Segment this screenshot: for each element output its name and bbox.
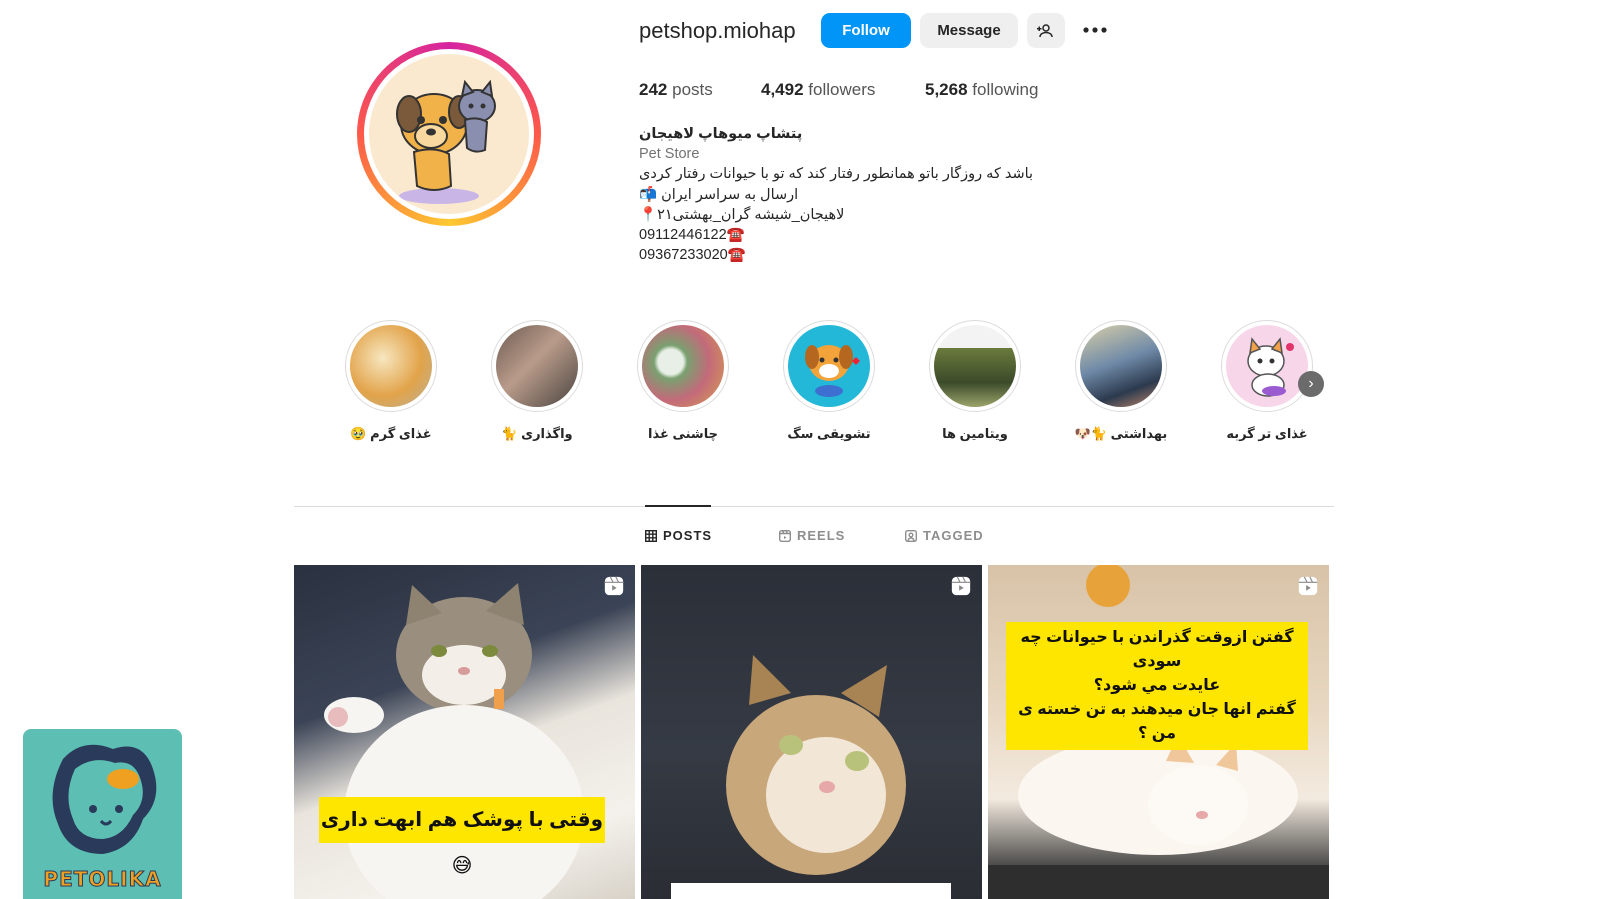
post-thumbnail[interactable]: وقتی با پوشک هم ابهت داری😅 [294, 565, 635, 899]
posts-count-value: 242 [639, 80, 668, 99]
caption-line: گفتم انها جان میدهند به تن خسته ی من ؟ [1018, 701, 1296, 742]
highlight-thumbnail [788, 325, 870, 407]
tab-label: POSTS [663, 528, 713, 543]
highlight-thumbnail [350, 325, 432, 407]
caption-line: گفتن ازوقت گذراندن با حیوانات چه سودی [1020, 629, 1294, 670]
followers-link[interactable]: 4,492 followers [761, 80, 875, 100]
highlight-item[interactable]: غذای گرم 🥹 [343, 320, 439, 442]
reels-icon [779, 529, 791, 542]
post-thumbnail[interactable] [641, 565, 982, 899]
bio-phone: 09367233020☎️ [639, 247, 746, 263]
reel-icon [1298, 576, 1318, 596]
highlight-label: تشویقی سگ [787, 426, 871, 441]
tab-label: REELS [797, 528, 846, 543]
reel-icon [604, 576, 624, 596]
highlight-thumbnail [934, 325, 1016, 407]
follow-button[interactable]: Follow [821, 13, 911, 48]
posts-count: 242 posts [639, 80, 713, 100]
highlight-label: ویتامین ها [942, 426, 1008, 441]
highlight-item[interactable]: بهداشتی 🐈🐶 [1073, 320, 1169, 442]
following-link[interactable]: 5,268 following [925, 80, 1038, 100]
highlight-ring [1075, 320, 1167, 412]
options-button[interactable] [1078, 14, 1112, 46]
tab-posts[interactable]: POSTS [645, 528, 712, 543]
grid-icon [645, 529, 657, 542]
post-caption: گفتن ازوقت گذراندن با حیوانات چه سودی عا… [1006, 622, 1308, 750]
profile-name: پتشاپ میوهاپ لاهیجان [639, 126, 803, 142]
highlight-ring [929, 320, 1021, 412]
highlight-item[interactable]: واگذاری 🐈 [489, 320, 585, 442]
following-label: following [972, 80, 1039, 99]
highlight-ring [345, 320, 437, 412]
section-divider [294, 506, 1334, 507]
highlight-thumbnail [642, 325, 724, 407]
chevron-right-icon: › [1308, 375, 1314, 392]
avatar-frame [364, 49, 534, 219]
highlight-ring [637, 320, 729, 412]
highlight-label: غذای تر گربه [1226, 426, 1308, 441]
profile-avatar[interactable] [357, 42, 541, 226]
highlights-next-button[interactable]: › [1298, 371, 1324, 397]
dog-cat-logo-icon [52, 744, 157, 854]
add-person-icon [1037, 23, 1053, 37]
highlight-item[interactable]: چاشنی غذا [635, 320, 731, 442]
avatar-image [369, 54, 529, 214]
followers-label: followers [808, 80, 876, 99]
highlight-ring [783, 320, 875, 412]
profile-category: Pet Store [639, 146, 700, 162]
highlight-label: غذای گرم 🥹 [350, 426, 432, 441]
highlight-label: چاشنی غذا [648, 426, 718, 441]
highlight-ring [1221, 320, 1313, 412]
bio-address: لاهیجان_شیشه گران_بهشتی۲۱📍 [639, 207, 845, 223]
reel-icon [951, 576, 971, 596]
followers-count-value: 4,492 [761, 80, 804, 99]
tab-label: TAGGED [923, 528, 984, 543]
suggest-user-button[interactable] [1027, 13, 1065, 48]
posts-count-label: posts [672, 80, 713, 99]
caption-line: عایدت مي شود؟ [1093, 677, 1221, 694]
highlight-item[interactable]: ویتامین ها [927, 320, 1023, 442]
highlight-thumbnail [1080, 325, 1162, 407]
post-thumbnail[interactable]: گفتن ازوقت گذراندن با حیوانات چه سودی عا… [988, 565, 1329, 899]
message-button[interactable]: Message [920, 13, 1018, 48]
highlight-label: واگذاری 🐈 [501, 426, 573, 441]
more-options-icon [1083, 27, 1107, 33]
post-image [671, 655, 951, 899]
post-caption: وقتی با پوشک هم ابهت داری😅 [319, 797, 605, 877]
bio-phone: 09112446122☎️ [639, 227, 745, 243]
active-tab-indicator [645, 505, 711, 507]
highlight-item[interactable]: تشویقی سگ [781, 320, 877, 442]
highlight-ring [491, 320, 583, 412]
tagged-icon [905, 529, 917, 542]
bio-line: ارسال به سراسر ایران 📬 [639, 187, 799, 203]
following-count-value: 5,268 [925, 80, 968, 99]
tab-tagged[interactable]: TAGGED [905, 528, 984, 543]
highlight-thumbnail [1226, 325, 1308, 407]
tab-reels[interactable]: REELS [779, 528, 845, 543]
profile-username: petshop.miohap [639, 18, 796, 43]
highlight-label: بهداشتی 🐈🐶 [1074, 426, 1168, 441]
highlight-thumbnail [496, 325, 578, 407]
petolika-logo: PETOLIKA [23, 729, 182, 899]
bio-line: باشد که روزگار باتو همانطور رفتار کند که… [639, 166, 1034, 182]
brand-name: PETOLIKA [43, 867, 162, 892]
